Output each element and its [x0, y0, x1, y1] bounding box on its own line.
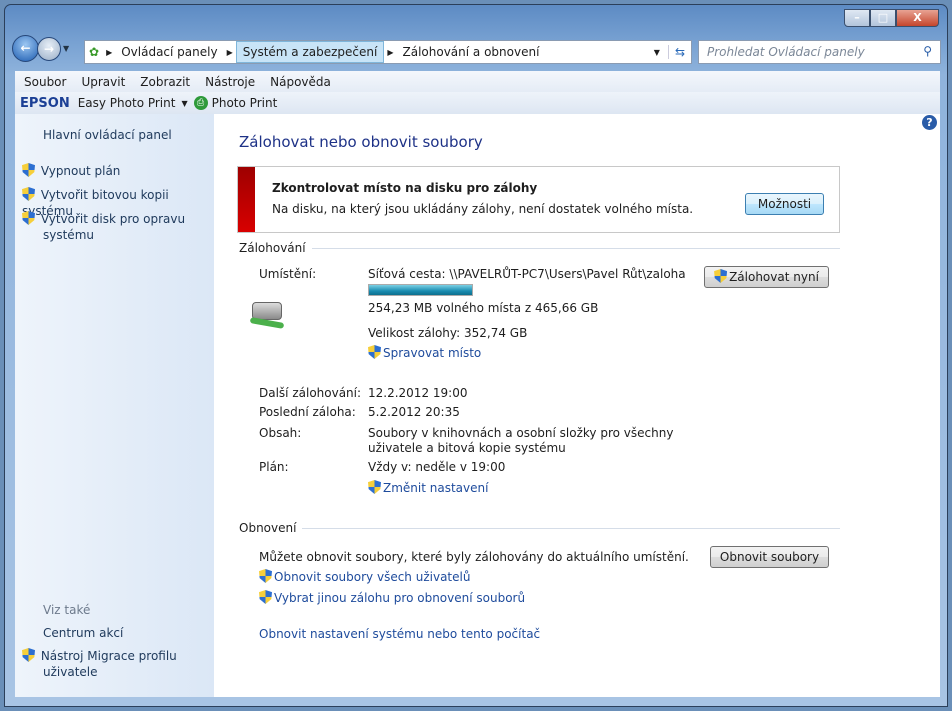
- sidebar-home-link[interactable]: Hlavní ovládací panel: [43, 127, 172, 143]
- page-title: Zálohovat nebo obnovit soubory: [239, 133, 483, 151]
- search-input[interactable]: Prohledat Ovládací panely ⚲: [698, 40, 941, 64]
- address-dropdown-icon[interactable]: ▼: [646, 48, 668, 57]
- shield-icon: [368, 480, 381, 494]
- easy-photo-print-dropdown[interactable]: ▼: [181, 99, 187, 108]
- shield-icon: [22, 648, 35, 662]
- menu-edit[interactable]: Upravit: [81, 75, 125, 89]
- epson-toolbar: EPSON Easy Photo Print ▼ ⎙ Photo Print: [15, 92, 940, 114]
- epson-logo: EPSON: [20, 95, 70, 111]
- breadcrumb-system-security[interactable]: Systém a zabezpečení: [235, 41, 385, 63]
- shield-icon: [368, 345, 381, 359]
- restore-text: Můžete obnovit soubory, které byly záloh…: [259, 550, 689, 564]
- sidebar-action-center-link[interactable]: Centrum akcí: [43, 625, 123, 641]
- photo-print-button[interactable]: Photo Print: [212, 96, 278, 110]
- back-button[interactable]: ←: [12, 35, 39, 62]
- shield-icon: [259, 590, 272, 604]
- recover-system-link[interactable]: Obnovit nastavení systému nebo tento poč…: [259, 627, 540, 641]
- next-backup-value: 12.2.2012 19:00: [368, 386, 468, 400]
- alert-title: Zkontrolovat místo na disku pro zálohy: [272, 181, 538, 195]
- close-button[interactable]: X: [896, 9, 939, 27]
- sidebar-migration-tool-link[interactable]: Nástroj Migrace profilu uživatele: [22, 648, 192, 680]
- disk-usage-bar: [368, 284, 473, 296]
- free-space-text: 254,23 MB volného místa z 465,66 GB: [368, 301, 599, 315]
- easy-photo-print-button[interactable]: Easy Photo Print: [78, 96, 176, 110]
- help-button[interactable]: ?: [922, 115, 937, 130]
- sidebar-item-turn-off-schedule[interactable]: Vypnout plán: [22, 163, 120, 179]
- next-backup-label: Další zálohování:: [259, 386, 362, 400]
- sidebar-item-create-repair-disc[interactable]: Vytvořit disk pro opravu systému: [22, 211, 207, 243]
- backup-section-heading: Zálohování: [239, 241, 840, 255]
- search-icon[interactable]: ⚲: [923, 44, 932, 58]
- shield-icon: [22, 211, 35, 225]
- main-content: ? Zálohovat nebo obnovit soubory Zkontro…: [214, 114, 940, 697]
- see-also-heading: Viz také: [43, 603, 91, 617]
- backup-now-button[interactable]: Zálohovat nyní: [704, 266, 829, 288]
- shield-icon: [259, 569, 272, 583]
- restore-section-heading: Obnovení: [239, 521, 840, 535]
- location-value: Síťová cesta: \\PAVELRŮT-PC7\Users\Pavel…: [368, 267, 686, 281]
- options-button[interactable]: Možnosti: [745, 193, 824, 215]
- drive-icon: [249, 298, 285, 336]
- select-other-backup-link[interactable]: Vybrat jinou zálohu pro obnovení souborů: [259, 590, 525, 605]
- alert-text: Na disku, na který jsou ukládány zálohy,…: [272, 202, 694, 216]
- location-label: Umístění:: [259, 267, 317, 281]
- minimize-button[interactable]: –: [844, 9, 870, 27]
- breadcrumb-backup-restore[interactable]: Zálohování a obnovení: [397, 41, 546, 63]
- shield-icon: [22, 163, 35, 177]
- menu-file[interactable]: Soubor: [24, 75, 66, 89]
- manage-space-link[interactable]: Spravovat místo: [368, 345, 481, 360]
- menu-bar: Soubor Upravit Zobrazit Nástroje Nápověd…: [15, 71, 940, 93]
- caption-buttons: – □ X: [844, 9, 939, 27]
- backup-size-text: Velikost zálohy: 352,74 GB: [368, 326, 528, 340]
- sidebar: Hlavní ovládací panel Vypnout plán Vytvo…: [15, 114, 214, 697]
- forward-button[interactable]: →: [37, 36, 61, 61]
- last-backup-value: 5.2.2012 20:35: [368, 405, 460, 419]
- contents-value: Soubory v knihovnách a osobní složky pro…: [368, 426, 674, 455]
- menu-view[interactable]: Zobrazit: [140, 75, 190, 89]
- menu-tools[interactable]: Nástroje: [205, 75, 255, 89]
- address-bar[interactable]: ✿ ▶ Ovládací panely ▶ Systém a zabezpeče…: [84, 40, 692, 64]
- control-panel-icon: ✿: [89, 45, 100, 59]
- last-backup-label: Poslední záloha:: [259, 405, 356, 419]
- alert-stripe: [238, 167, 255, 232]
- disk-space-alert: Zkontrolovat místo na disku pro zálohy N…: [237, 166, 840, 233]
- shield-icon: [22, 187, 35, 201]
- shield-icon: [714, 269, 728, 283]
- recent-pages-dropdown[interactable]: ▼: [63, 44, 69, 53]
- change-settings-link[interactable]: Změnit nastavení: [368, 480, 488, 495]
- breadcrumb-control-panel[interactable]: Ovládací panely: [115, 41, 223, 63]
- schedule-label: Plán:: [259, 460, 289, 474]
- refresh-icon[interactable]: ⇆: [667, 45, 691, 59]
- menu-help[interactable]: Nápověda: [270, 75, 331, 89]
- schedule-value: Vždy v: neděle v 19:00: [368, 460, 506, 474]
- restore-all-users-link[interactable]: Obnovit soubory všech uživatelů: [259, 569, 470, 584]
- navigation-buttons: ← → ▼: [12, 35, 69, 62]
- contents-label: Obsah:: [259, 426, 302, 440]
- restore-files-button[interactable]: Obnovit soubory: [710, 546, 829, 568]
- photo-print-icon: ⎙: [193, 96, 208, 110]
- maximize-button[interactable]: □: [870, 9, 896, 27]
